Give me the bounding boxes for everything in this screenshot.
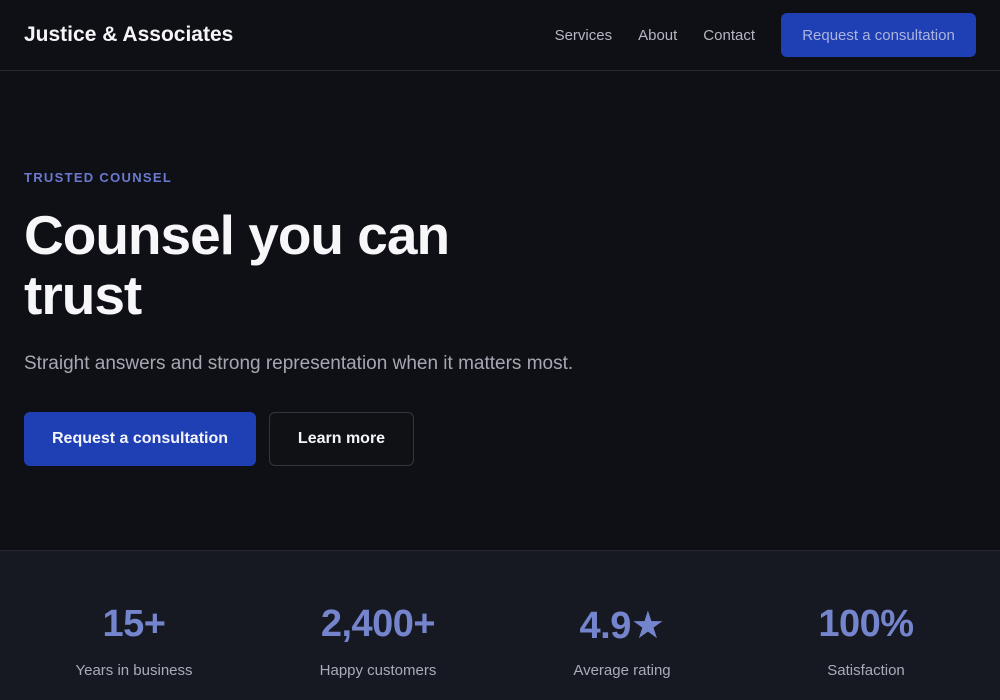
learn-more-button[interactable]: Learn more bbox=[269, 412, 414, 466]
hero-subtitle: Straight answers and strong representati… bbox=[24, 353, 574, 374]
stat-label: Years in business bbox=[75, 662, 193, 679]
stat-label: Satisfaction bbox=[827, 662, 905, 679]
hero-section: TRUSTED COUNSEL Counsel you can trust St… bbox=[0, 71, 1000, 550]
hero-title: Counsel you can trust bbox=[24, 204, 450, 326]
hero-eyebrow: TRUSTED COUNSEL bbox=[24, 170, 173, 185]
stat-value: 2,400+ bbox=[320, 603, 436, 645]
request-consultation-button[interactable]: Request a consultation bbox=[24, 412, 256, 466]
nav-link-contact[interactable]: Contact bbox=[703, 27, 755, 44]
header-consultation-button[interactable]: Request a consultation bbox=[781, 13, 976, 57]
stat-label: Happy customers bbox=[319, 662, 437, 679]
nav-link-services[interactable]: Services bbox=[555, 27, 613, 44]
stats-section: 15+ Years in business 2,400+ Happy custo… bbox=[0, 550, 1000, 700]
nav-link-about[interactable]: About bbox=[638, 27, 677, 44]
stat-value: 15+ bbox=[102, 603, 166, 645]
stat-value: 4.9★ bbox=[579, 605, 665, 647]
main-nav: Services About Contact Request a consult… bbox=[555, 13, 976, 57]
site-header: Justice & Associates Services About Cont… bbox=[0, 0, 1000, 71]
stat-value: 100% bbox=[818, 603, 914, 645]
stat-label: Average rating bbox=[573, 662, 671, 679]
brand-logo[interactable]: Justice & Associates bbox=[24, 23, 233, 47]
